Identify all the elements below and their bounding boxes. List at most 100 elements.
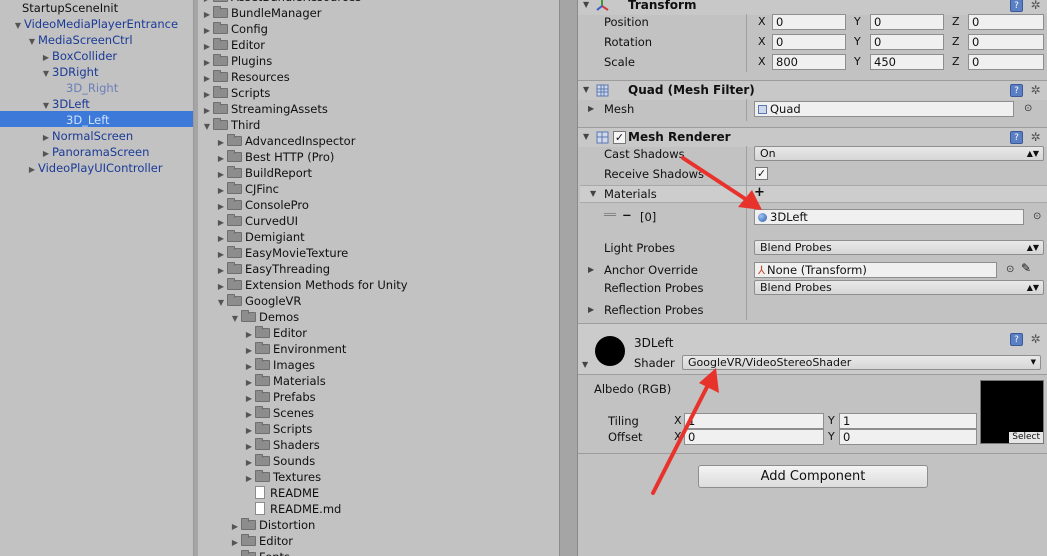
project-folder-item[interactable]: ▶ Images [243, 357, 315, 373]
hierarchy-item[interactable]: ▼ VideoMediaPlayerEntrance [12, 16, 178, 32]
project-folder-item[interactable]: ▼ Third [201, 117, 260, 133]
drag-handle-icon[interactable]: ══ [604, 210, 616, 221]
select-texture-button[interactable]: Select [1009, 432, 1043, 443]
project-folder-item[interactable]: ▶ Textures [243, 469, 321, 485]
object-picker-icon[interactable]: ⊙ [1033, 211, 1041, 222]
scale-x-field[interactable]: 800 [772, 54, 846, 70]
project-folder-item[interactable]: ▶ Plugins [201, 53, 272, 69]
help-icon[interactable]: ? [1010, 84, 1023, 97]
mesh-renderer-enabled-checkbox[interactable]: ✓ [613, 131, 626, 144]
project-folder-item[interactable]: ▶ CurvedUI [215, 213, 298, 229]
hierarchy-item[interactable]: ▶ BoxCollider [40, 48, 117, 64]
reflection-probes-fold-icon[interactable]: ▶ [588, 305, 594, 314]
scale-y-field[interactable]: 450 [870, 54, 944, 70]
project-folder-item[interactable]: ▶ Editor [201, 37, 265, 53]
project-folder-item[interactable]: ▶ Fonts [229, 549, 290, 556]
project-folder-item[interactable]: ▶ ConsolePro [215, 197, 309, 213]
project-folder-item[interactable]: ▶ Resources [201, 69, 290, 85]
object-picker-icon[interactable]: ⊙ [1024, 103, 1032, 114]
tiling-x-field[interactable]: 1 [684, 413, 824, 429]
project-folder-item[interactable]: ▶ Extension Methods for Unity [215, 277, 408, 293]
position-x-field[interactable]: 0 [772, 14, 846, 30]
hierarchy-item[interactable]: ▶ NormalScreen [40, 128, 133, 144]
rotation-x-field[interactable]: 0 [772, 34, 846, 50]
mesh-filter-header[interactable]: ▼ Quad (Mesh Filter) ? ✲ [578, 80, 1047, 100]
help-icon[interactable]: ? [1010, 333, 1023, 346]
cast-shadows-dropdown[interactable]: On ▲▼ [754, 146, 1044, 161]
collapsed-arrow-icon[interactable]: ▶ [26, 162, 38, 178]
hierarchy-item[interactable]: 3D_Left [66, 112, 110, 128]
hierarchy-item[interactable]: 3D_Right [66, 80, 118, 96]
project-folder-item[interactable]: ▶ Scripts [243, 421, 312, 437]
project-folder-item[interactable]: ▶ Shaders [243, 437, 320, 453]
gear-icon[interactable]: ✲ [1029, 333, 1042, 346]
hierarchy-item[interactable]: ▼ 3DLeft [40, 96, 90, 112]
object-picker-icon[interactable]: ⊙ [1006, 264, 1014, 275]
mesh-renderer-header[interactable]: ▼ ✓ Mesh Renderer ? ✲ [578, 127, 1047, 147]
fold-arrow-icon[interactable]: ▼ [583, 85, 589, 94]
expanded-arrow-icon[interactable]: ▼ [229, 311, 241, 327]
light-probes-dropdown[interactable]: Blend Probes ▲▼ [754, 240, 1044, 255]
project-folder-item[interactable]: ▼ Demos [229, 309, 299, 325]
project-folder-item[interactable]: ▶ BundleManager [201, 5, 321, 21]
rotation-y-field[interactable]: 0 [870, 34, 944, 50]
help-icon[interactable]: ? [1010, 131, 1023, 144]
mesh-fold-arrow-icon[interactable]: ▶ [588, 104, 594, 113]
project-folder-item[interactable]: ▶ Editor [229, 533, 293, 549]
project-folder-item[interactable]: ▶ EasyMovieTexture [215, 245, 348, 261]
transform-header[interactable]: ▼ Transform ? ✲ [578, 0, 1047, 15]
project-folder-item[interactable]: ▶ Demigiant [215, 229, 305, 245]
reflection-probes-dropdown[interactable]: Blend Probes ▲▼ [754, 280, 1044, 295]
fold-arrow-icon[interactable]: ▼ [582, 360, 588, 369]
panel-splitter[interactable] [560, 0, 577, 556]
albedo-texture-slot[interactable]: Select [980, 380, 1044, 444]
gear-icon[interactable]: ✲ [1029, 84, 1042, 97]
hierarchy-item[interactable]: StartupSceneInit [22, 0, 118, 16]
expanded-arrow-icon[interactable]: ▼ [201, 119, 213, 135]
hierarchy-item[interactable]: ▶ VideoPlayUIController [26, 160, 163, 176]
project-folder-item[interactable]: ▶ Prefabs [243, 389, 316, 405]
hierarchy-item[interactable]: ▼ 3DRight [40, 64, 99, 82]
scale-z-field[interactable]: 0 [968, 54, 1044, 70]
project-folder-item[interactable]: ▶ BuildReport [215, 165, 312, 181]
eyedropper-icon[interactable]: ✎ [1021, 261, 1031, 275]
project-folder-item[interactable]: ▶ Editor [243, 325, 307, 341]
add-material-button[interactable]: + [754, 185, 765, 200]
mesh-field[interactable]: Quad [754, 101, 1014, 117]
help-icon[interactable]: ? [1010, 0, 1023, 12]
project-folder-item[interactable]: ▶ Scripts [201, 85, 270, 101]
expanded-arrow-icon[interactable]: ▼ [40, 98, 52, 114]
position-z-field[interactable]: 0 [968, 14, 1044, 30]
add-component-button[interactable]: Add Component [698, 465, 928, 488]
fold-arrow-icon[interactable]: ▼ [583, 132, 589, 141]
collapsed-arrow-icon[interactable]: ▶ [243, 471, 255, 487]
materials-header[interactable]: ▼ Materials + [580, 185, 1047, 203]
project-folder-item[interactable]: ▶ Config [201, 21, 268, 37]
offset-x-field[interactable]: 0 [684, 429, 824, 445]
tiling-y-field[interactable]: 1 [839, 413, 977, 429]
rotation-z-field[interactable]: 0 [968, 34, 1044, 50]
gear-icon[interactable]: ✲ [1029, 131, 1042, 144]
project-folder-item[interactable]: ▶ StreamingAssets [201, 101, 328, 117]
anchor-override-field[interactable]: ⅄ None (Transform) [754, 262, 997, 278]
expanded-arrow-icon[interactable]: ▼ [40, 66, 52, 82]
expanded-arrow-icon[interactable]: ▼ [26, 34, 38, 50]
project-folder-item[interactable]: ▶ Scenes [243, 405, 314, 421]
gear-icon[interactable]: ✲ [1029, 0, 1042, 12]
expanded-arrow-icon[interactable]: ▼ [12, 18, 24, 34]
material-element-field[interactable]: 3DLeft [754, 209, 1024, 225]
project-folder-item[interactable]: ▼ GoogleVR [215, 293, 301, 309]
offset-y-field[interactable]: 0 [839, 429, 977, 445]
project-folder-item[interactable]: ▶ AdvancedInspector [215, 133, 355, 149]
receive-shadows-checkbox[interactable]: ✓ [755, 167, 768, 180]
project-folder-item[interactable]: ▶ CJFinc [215, 181, 279, 197]
project-folder-item[interactable]: ▶ Environment [243, 341, 346, 357]
hierarchy-item[interactable]: ▶ PanoramaScreen [40, 144, 149, 160]
project-folder-item[interactable]: ▶ Materials [243, 373, 326, 389]
project-folder-item[interactable]: ▶ Distortion [229, 517, 315, 533]
hierarchy-item[interactable]: ▼ MediaScreenCtrl [26, 32, 133, 48]
project-file-item[interactable]: README [255, 485, 319, 501]
project-folder-item[interactable]: ▶ EasyThreading [215, 261, 330, 277]
fold-arrow-icon[interactable]: ▼ [590, 189, 596, 198]
shader-dropdown[interactable]: GoogleVR/VideoStereoShader ▼ [682, 355, 1041, 370]
